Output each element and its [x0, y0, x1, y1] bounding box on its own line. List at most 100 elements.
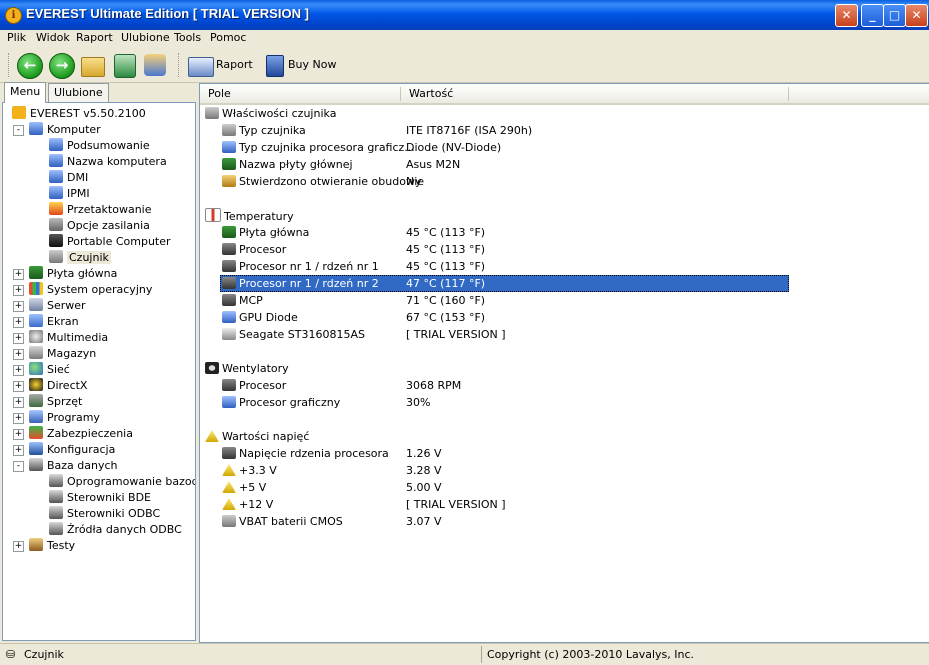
value-cell[interactable]: Nie	[406, 174, 424, 190]
tree-item[interactable]: Serwer	[29, 298, 86, 314]
tree-item[interactable]: DirectX	[29, 378, 87, 394]
tree-item[interactable]: Multimedia	[29, 330, 108, 346]
value-cell[interactable]: 67 °C (153 °F)	[406, 310, 485, 326]
field-cell[interactable]: Typ czujnika	[222, 123, 306, 139]
value-cell[interactable]: 5.00 V	[406, 480, 442, 496]
tree-item[interactable]: EVEREST v5.50.2100	[12, 106, 146, 122]
value-cell[interactable]: 3.28 V	[406, 463, 442, 479]
value-cell[interactable]: 45 °C (113 °F)	[406, 259, 485, 275]
tree-item[interactable]: Ekran	[29, 314, 79, 330]
value-cell[interactable]: 47 °C (117 °F)	[406, 276, 485, 292]
expand-icon[interactable]: +	[13, 349, 24, 360]
value-cell[interactable]: 30%	[406, 395, 430, 411]
value-cell[interactable]: 3068 RPM	[406, 378, 461, 394]
tree-item[interactable]: Programy	[29, 410, 100, 426]
collapse-icon[interactable]: -	[13, 125, 24, 136]
group-header[interactable]: Wentylatory	[205, 361, 289, 377]
expand-icon[interactable]: +	[13, 381, 24, 392]
app-info-icon[interactable]: i	[5, 7, 22, 24]
tree-item[interactable]: Testy	[29, 538, 75, 554]
field-cell[interactable]: Seagate ST3160815AS	[222, 327, 365, 343]
field-cell[interactable]: Płyta główna	[222, 225, 309, 241]
field-cell[interactable]: +12 V	[222, 497, 273, 513]
value-cell[interactable]: Diode (NV-Diode)	[406, 140, 501, 156]
group-header[interactable]: Temperatury	[205, 208, 294, 224]
tree-item[interactable]: Płyta główna	[29, 266, 117, 282]
expand-icon[interactable]: +	[13, 429, 24, 440]
report-button[interactable]: Raport	[216, 58, 253, 71]
tab-menu[interactable]: Menu	[4, 82, 47, 103]
minimize-button[interactable]: _	[861, 4, 884, 27]
tree-item[interactable]: Baza danych	[29, 458, 118, 474]
maximize-button[interactable]: □	[883, 4, 906, 27]
report-icon[interactable]	[188, 57, 214, 77]
tree-item[interactable]: Opcje zasilania	[49, 218, 150, 234]
tree-item[interactable]: Magazyn	[29, 346, 96, 362]
tree-item[interactable]: Nazwa komputera	[49, 154, 167, 170]
field-cell[interactable]: Procesor	[222, 378, 286, 394]
group-header[interactable]: Wartości napięć	[205, 429, 309, 445]
tree-item[interactable]: Zabezpieczenia	[29, 426, 133, 442]
field-cell[interactable]: VBAT baterii CMOS	[222, 514, 343, 530]
tree-item[interactable]: Podsumowanie	[49, 138, 150, 154]
tree-item[interactable]: System operacyjny	[29, 282, 152, 298]
buy-icon[interactable]	[266, 55, 284, 77]
value-cell[interactable]: [ TRIAL VERSION ]	[406, 327, 506, 343]
field-cell[interactable]: Procesor nr 1 / rdzeń nr 1	[222, 259, 379, 275]
value-cell[interactable]: 71 °C (160 °F)	[406, 293, 485, 309]
value-cell[interactable]: 1.26 V	[406, 446, 442, 462]
field-cell[interactable]: Typ czujnika procesora graficz...	[222, 140, 415, 156]
value-cell[interactable]: [ TRIAL VERSION ]	[406, 497, 506, 513]
tree-item[interactable]: Czujnik	[49, 250, 111, 266]
expand-icon[interactable]: +	[13, 413, 24, 424]
field-cell[interactable]: +3.3 V	[222, 463, 277, 479]
expand-icon[interactable]: +	[13, 397, 24, 408]
tree-item[interactable]: Sprzęt	[29, 394, 82, 410]
tree-item[interactable]: Sieć	[29, 362, 70, 378]
expand-icon[interactable]: +	[13, 365, 24, 376]
tree-item[interactable]: Komputer	[29, 122, 101, 138]
menu-plik[interactable]: Plik	[7, 31, 26, 44]
tab-ulubione[interactable]: Ulubione	[48, 83, 109, 102]
navigation-tree[interactable]: EVEREST v5.50.2100 Komputer - Podsumowanie N…	[2, 102, 196, 641]
expand-icon[interactable]: +	[13, 301, 24, 312]
expand-icon[interactable]: +	[13, 445, 24, 456]
tree-item[interactable]: Konfiguracja	[29, 442, 115, 458]
tree-item[interactable]: Sterowniki BDE	[49, 490, 151, 506]
tree-item[interactable]: DMI	[49, 170, 88, 186]
folder-up-icon[interactable]	[81, 57, 105, 77]
group-header[interactable]: Właściwości czujnika	[205, 106, 336, 122]
tree-item[interactable]: Źródła danych ODBC	[49, 522, 182, 538]
menu-pomoc[interactable]: Pomoc	[210, 31, 246, 44]
expand-icon[interactable]: +	[13, 333, 24, 344]
close-button[interactable]: ✕	[905, 4, 928, 27]
column-value[interactable]: Wartość	[409, 87, 453, 100]
tree-item[interactable]: Portable Computer	[49, 234, 171, 250]
field-cell[interactable]: Procesor nr 1 / rdzeń nr 2	[222, 276, 379, 292]
collapse-icon[interactable]: -	[13, 461, 24, 472]
tree-item[interactable]: Sterowniki ODBC	[49, 506, 160, 522]
close-icon-button[interactable]: ✕	[835, 4, 858, 27]
expand-icon[interactable]: +	[13, 269, 24, 280]
tree-item[interactable]: Przetaktowanie	[49, 202, 152, 218]
field-cell[interactable]: Stwierdzono otwieranie obudowy	[222, 174, 421, 190]
users-icon[interactable]	[144, 54, 166, 76]
expand-icon[interactable]: +	[13, 317, 24, 328]
field-cell[interactable]: Napięcie rdzenia procesora	[222, 446, 389, 462]
field-cell[interactable]: Nazwa płyty głównej	[222, 157, 353, 173]
forward-icon[interactable]	[49, 53, 75, 79]
field-cell[interactable]: GPU Diode	[222, 310, 298, 326]
value-cell[interactable]: ITE IT8716F (ISA 290h)	[406, 123, 532, 139]
menu-raport[interactable]: Raport	[76, 31, 113, 44]
tree-item[interactable]: Oprogramowanie bazodanowe	[49, 474, 195, 490]
menu-widok[interactable]: Widok	[36, 31, 70, 44]
value-cell[interactable]: 45 °C (113 °F)	[406, 225, 485, 241]
title-bar[interactable]: i EVEREST Ultimate Edition [ TRIAL VERSI…	[0, 0, 929, 30]
field-cell[interactable]: +5 V	[222, 480, 266, 496]
field-cell[interactable]: Procesor graficzny	[222, 395, 340, 411]
field-cell[interactable]: Procesor	[222, 242, 286, 258]
refresh-icon[interactable]	[114, 54, 136, 78]
buy-now-button[interactable]: Buy Now	[288, 58, 336, 71]
value-cell[interactable]: 3.07 V	[406, 514, 442, 530]
expand-icon[interactable]: +	[13, 541, 24, 552]
